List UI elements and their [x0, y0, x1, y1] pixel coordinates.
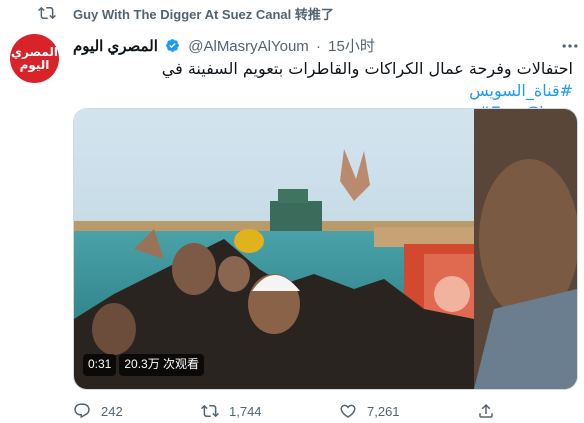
avatar[interactable]: المصري اليوم: [10, 34, 59, 83]
retweet-icon: [201, 404, 219, 418]
avatar-logo-line2: اليوم: [19, 58, 50, 72]
like-count: 7,261: [367, 403, 400, 419]
display-name[interactable]: المصري اليوم: [73, 38, 158, 55]
video-duration: 0:31: [83, 354, 117, 376]
retweet-icon: [38, 6, 56, 20]
retweet-context-text[interactable]: Guy With The Digger At Suez Canal 转推了: [73, 4, 334, 23]
heart-icon: [340, 404, 356, 418]
share-button[interactable]: [477, 400, 495, 422]
reply-icon: [74, 403, 90, 419]
retweet-context: Guy With The Digger At Suez Canal 转推了: [0, 0, 584, 24]
reply-count: 242: [101, 403, 123, 419]
hashtag-suez-canal[interactable]: #قناة_السويس: [469, 81, 573, 100]
tweet-text-line1: احتفالات وفرحة عمال الكراكات والقاطرات ب…: [73, 58, 573, 102]
tweet-body-text: احتفالات وفرحة عمال الكراكات والقاطرات ب…: [161, 59, 573, 78]
share-icon: [479, 403, 493, 418]
video-frame: [74, 109, 577, 389]
tweet-actions: 242 1,744 7,261: [73, 400, 573, 422]
like-button[interactable]: 7,261: [339, 400, 400, 422]
avatar-logo: المصري اليوم: [10, 34, 59, 83]
timestamp[interactable]: 15小时: [328, 38, 375, 55]
video-overlay: 0:31 20.3万 次观看: [83, 354, 205, 376]
separator-dot: ·: [315, 38, 321, 55]
reply-button[interactable]: 242: [73, 400, 123, 422]
tweet-header: المصري اليوم @AlMasryAlYoum · 15小时: [73, 35, 563, 57]
avatar-logo-line1: المصري: [11, 45, 58, 59]
retweet-count: 1,744: [229, 403, 262, 419]
more-icon[interactable]: [560, 36, 580, 56]
video-player[interactable]: [73, 108, 578, 390]
verified-badge-icon: [166, 39, 179, 52]
retweet-button[interactable]: 1,744: [201, 400, 262, 422]
video-view-count: 20.3万 次观看: [119, 354, 205, 376]
handle[interactable]: @AlMasryAlYoum: [188, 38, 309, 55]
